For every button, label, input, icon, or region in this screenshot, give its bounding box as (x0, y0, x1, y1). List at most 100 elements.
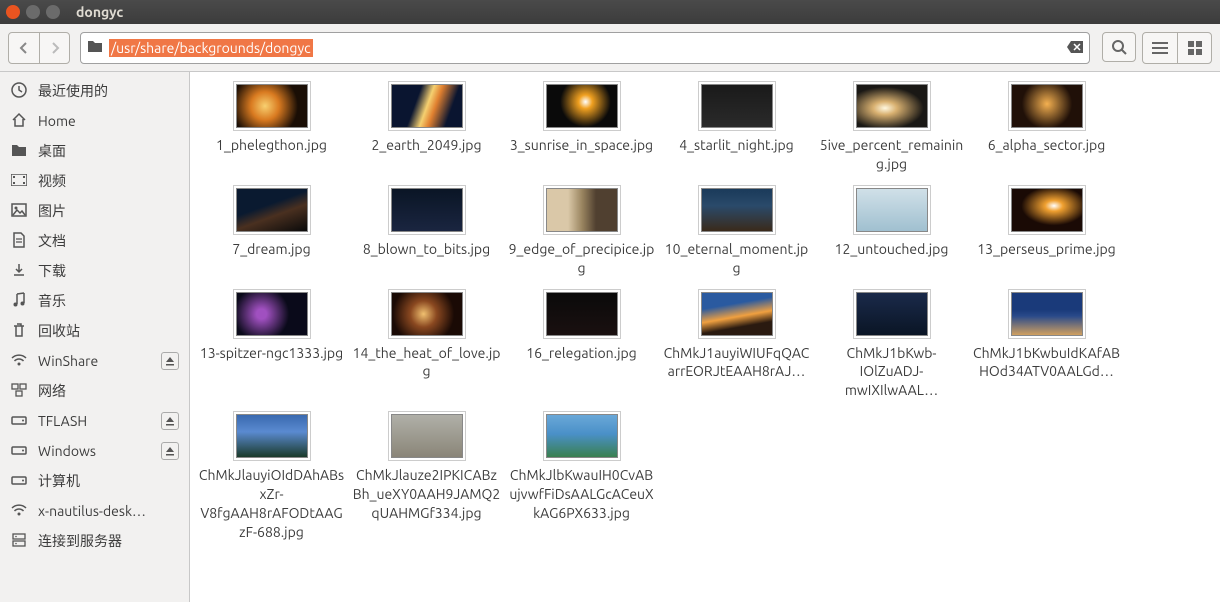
sidebar-item[interactable]: 视频 (0, 166, 189, 196)
file-item[interactable]: 10_eternal_moment.jpg (659, 184, 814, 278)
file-thumbnail (236, 188, 308, 232)
clock-icon (10, 82, 28, 101)
close-icon[interactable] (6, 5, 20, 19)
eject-icon[interactable] (161, 352, 179, 370)
sidebar-item-label: 最近使用的 (38, 81, 179, 101)
file-item[interactable]: 8_blown_to_bits.jpg (349, 184, 504, 278)
file-item[interactable]: 4_starlit_night.jpg (659, 80, 814, 174)
file-item[interactable]: 3_sunrise_in_space.jpg (504, 80, 659, 174)
eject-icon[interactable] (161, 412, 179, 430)
file-name: 13-spitzer-ngc1333.jpg (200, 344, 343, 363)
sidebar-item-label: 网络 (38, 381, 179, 401)
file-item[interactable]: ChMkJlauyiOIdDAhABsxZr-V8fgAAH8rAFODtAAG… (194, 410, 349, 542)
file-item[interactable]: ChMkJlauze2IPKICABzBh_ueXY0AAH9JAMQ2qUAH… (349, 410, 504, 542)
file-thumbnail (391, 84, 463, 128)
file-name: 10_eternal_moment.jpg (663, 240, 811, 278)
titlebar: dongyc (0, 0, 1220, 24)
sidebar-item-label: 文档 (38, 231, 179, 251)
file-name: 5ive_percent_remaining.jpg (818, 136, 966, 174)
toolbar-right (1102, 32, 1212, 64)
file-item[interactable]: 5ive_percent_remaining.jpg (814, 80, 969, 174)
file-name: 1_phelegthon.jpg (216, 136, 327, 155)
sidebar-item[interactable]: 连接到服务器 (0, 526, 189, 556)
doc-icon (10, 232, 28, 251)
minimize-icon[interactable] (26, 5, 40, 19)
grid-view-button[interactable] (1177, 33, 1211, 63)
file-name: 9_edge_of_precipice.jpg (508, 240, 656, 278)
folder-icon (87, 39, 103, 57)
file-item[interactable]: 2_earth_2049.jpg (349, 80, 504, 174)
sidebar-item[interactable]: Home (0, 106, 189, 136)
sidebar-item[interactable]: x-nautilus-desk… (0, 496, 189, 526)
sidebar-item[interactable]: 文档 (0, 226, 189, 256)
sidebar-item-label: 图片 (38, 201, 179, 221)
sidebar-item[interactable]: 音乐 (0, 286, 189, 316)
file-item[interactable]: ChMkJlbKwauIH0CvABujvwfFiDsAALGcACeuXkAG… (504, 410, 659, 542)
window-title: dongyc (76, 4, 123, 20)
file-name: 16_relegation.jpg (526, 344, 637, 363)
sidebar-item-label: x-nautilus-desk… (38, 503, 179, 519)
file-item[interactable]: 16_relegation.jpg (504, 288, 659, 401)
sidebar-item-label: TFLASH (38, 413, 161, 429)
folder-icon (10, 143, 28, 160)
drive-icon (10, 443, 28, 459)
back-button[interactable] (9, 33, 39, 63)
file-item[interactable]: 14_the_heat_of_love.jpg (349, 288, 504, 401)
file-thumbnail (856, 292, 928, 336)
sidebar-item[interactable]: WinShare (0, 346, 189, 376)
sidebar-item[interactable]: 下载 (0, 256, 189, 286)
sidebar-item[interactable]: Windows (0, 436, 189, 466)
download-icon (10, 262, 28, 281)
file-item[interactable]: ChMkJ1bKwb-IOlZuADJ-mwIXIlwAAL… (814, 288, 969, 401)
file-item[interactable]: 13-spitzer-ngc1333.jpg (194, 288, 349, 401)
file-item[interactable]: 9_edge_of_precipice.jpg (504, 184, 659, 278)
list-view-button[interactable] (1143, 33, 1177, 63)
file-area[interactable]: 1_phelegthon.jpg 2_earth_2049.jpg 3_sunris… (190, 72, 1220, 602)
file-thumbnail (1011, 188, 1083, 232)
drive-icon (10, 473, 28, 489)
view-toggles (1142, 32, 1212, 64)
drive-icon (10, 413, 28, 429)
location-bar[interactable]: /usr/share/backgrounds/dongyc (80, 32, 1090, 64)
file-item[interactable]: ChMkJ1auyiWIUFqQACarrEORJtEAAH8rAJ… (659, 288, 814, 401)
sidebar-item-label: 视频 (38, 171, 179, 191)
sidebar-item[interactable]: 最近使用的 (0, 76, 189, 106)
file-name: ChMkJ1bKwb-IOlZuADJ-mwIXIlwAAL… (818, 344, 966, 401)
sidebar-item[interactable]: 网络 (0, 376, 189, 406)
file-name: ChMkJ1bKwbuIdKAfABHOd34ATV0AALGd… (973, 344, 1121, 382)
home-icon (10, 112, 28, 131)
sidebar-item-label: WinShare (38, 353, 161, 369)
file-item[interactable]: 13_perseus_prime.jpg (969, 184, 1124, 278)
search-button[interactable] (1102, 32, 1136, 62)
file-thumbnail (236, 84, 308, 128)
clear-icon[interactable] (1067, 39, 1083, 57)
nav-buttons (8, 32, 70, 64)
file-thumbnail (391, 292, 463, 336)
image-icon (10, 203, 28, 220)
file-thumbnail (701, 188, 773, 232)
sidebar-item[interactable]: TFLASH (0, 406, 189, 436)
file-item[interactable]: 7_dream.jpg (194, 184, 349, 278)
sidebar-item-label: 音乐 (38, 291, 179, 311)
sidebar-item[interactable]: 图片 (0, 196, 189, 226)
file-name: 3_sunrise_in_space.jpg (510, 136, 653, 155)
sidebar-item[interactable]: 桌面 (0, 136, 189, 166)
file-item[interactable]: 1_phelegthon.jpg (194, 80, 349, 174)
sidebar-item-label: 回收站 (38, 321, 179, 341)
sidebar-item-label: 计算机 (38, 471, 179, 491)
eject-icon[interactable] (161, 442, 179, 460)
file-item[interactable]: ChMkJ1bKwbuIdKAfABHOd34ATV0AALGd… (969, 288, 1124, 401)
file-thumbnail (546, 292, 618, 336)
file-item[interactable]: 12_untouched.jpg (814, 184, 969, 278)
file-thumbnail (236, 292, 308, 336)
file-item[interactable]: 6_alpha_sector.jpg (969, 80, 1124, 174)
sidebar-item[interactable]: 计算机 (0, 466, 189, 496)
wifi-icon (10, 503, 28, 519)
forward-button[interactable] (39, 33, 69, 63)
sidebar-item-label: Windows (38, 443, 161, 459)
maximize-icon[interactable] (46, 5, 60, 19)
file-name: 4_starlit_night.jpg (679, 136, 793, 155)
file-name: 13_perseus_prime.jpg (977, 240, 1115, 259)
file-thumbnail (391, 188, 463, 232)
sidebar-item[interactable]: 回收站 (0, 316, 189, 346)
